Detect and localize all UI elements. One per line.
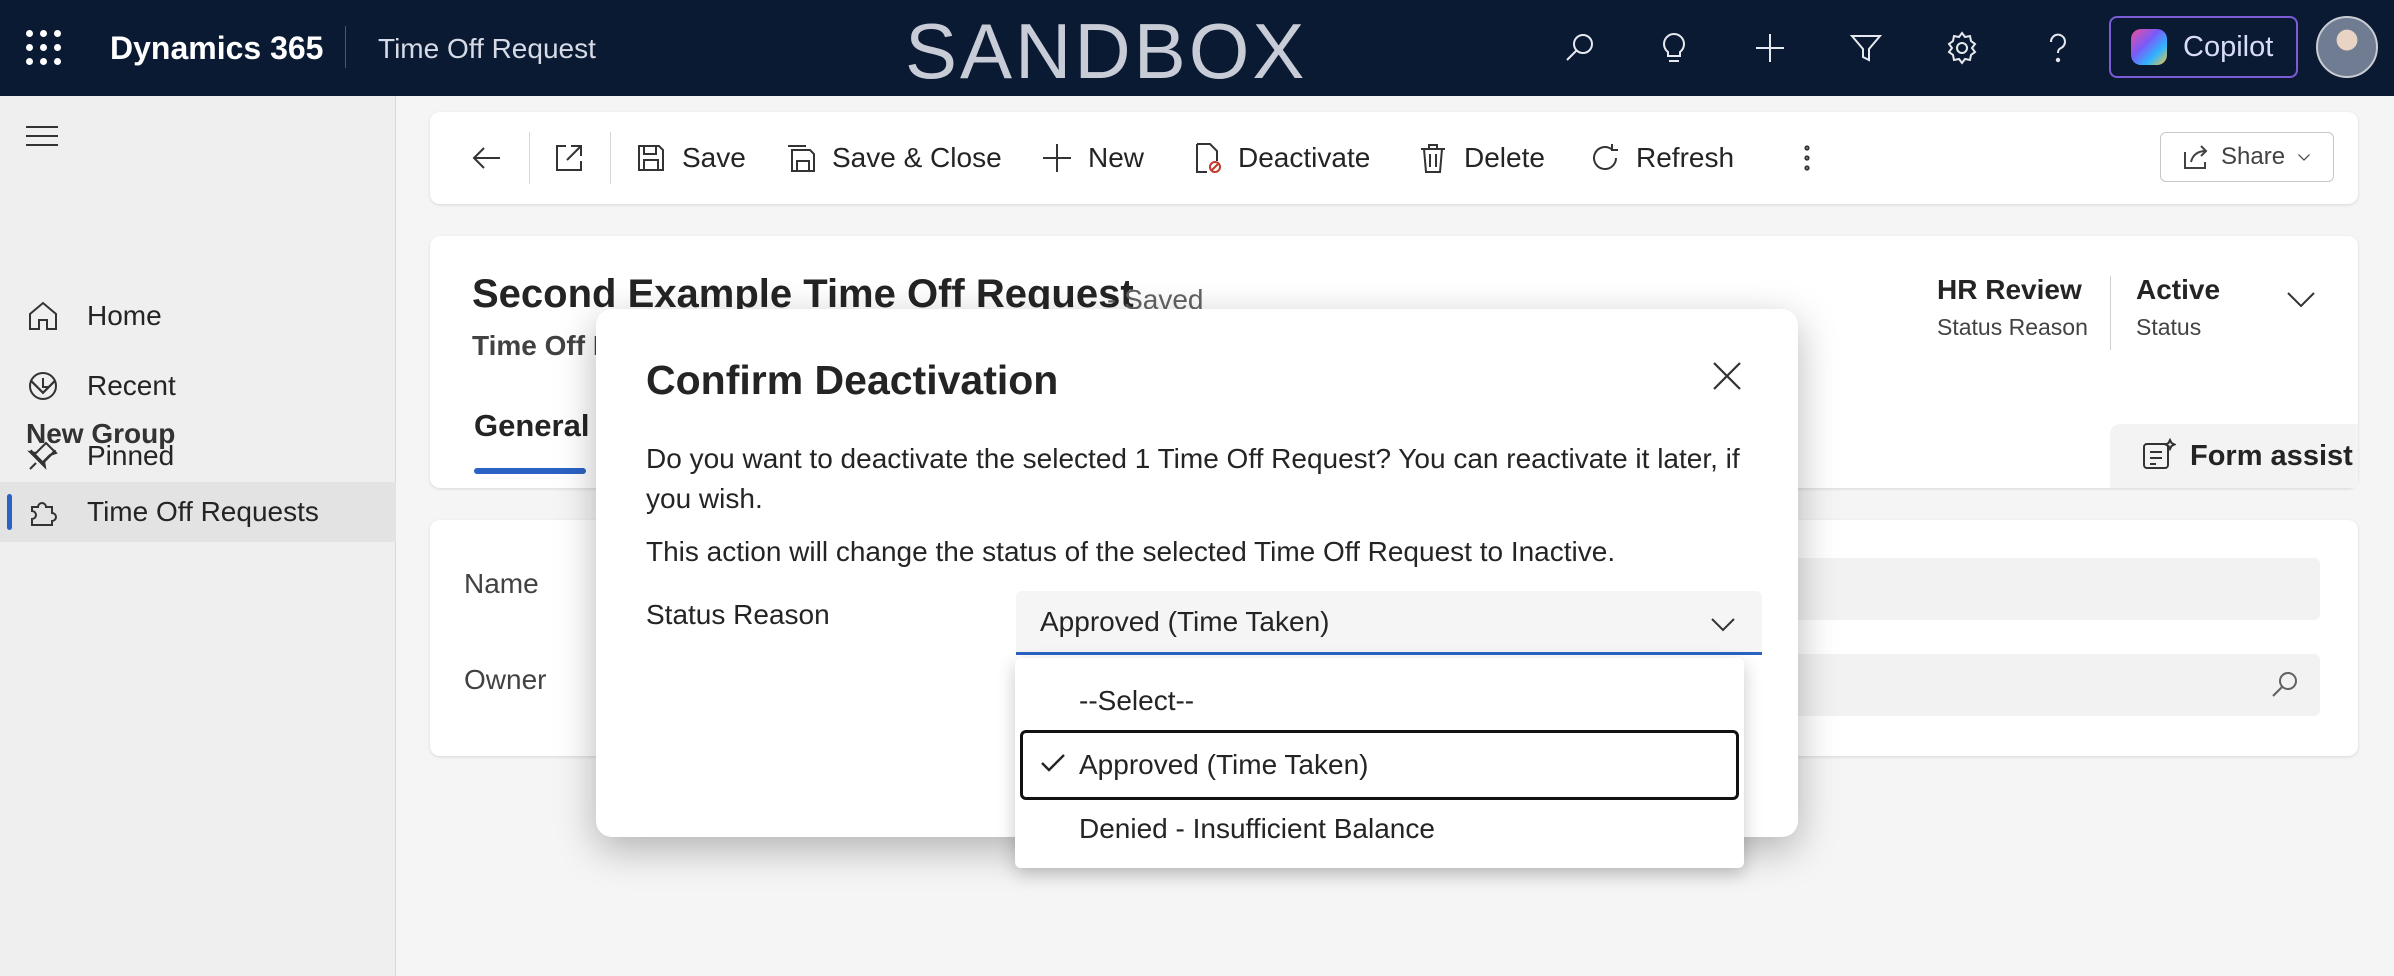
sidebar-item-label: Recent: [87, 370, 176, 401]
plus-icon: [1043, 144, 1071, 172]
form-assist-label: Form assist: [2190, 439, 2353, 472]
back-button[interactable]: [470, 112, 504, 204]
form-assist-button[interactable]: Form assist: [2110, 424, 2358, 488]
help-icon[interactable]: [2036, 26, 2080, 70]
save-close-icon: [788, 145, 815, 172]
status-reason-selected-value: Approved (Time Taken): [1040, 605, 1330, 637]
copilot-button[interactable]: Copilot: [2109, 16, 2298, 78]
tab-active-indicator: [474, 468, 586, 474]
sidebar-item-label: Home: [87, 300, 162, 331]
name-field[interactable]: [1760, 558, 2320, 620]
search-icon[interactable]: [1558, 26, 1602, 70]
puzzle-icon: [31, 502, 57, 526]
title-divider: [345, 26, 346, 68]
sidebar-group-label: New Group: [26, 418, 176, 449]
record-entity-name: Time Off R: [472, 330, 614, 361]
header-status: Active Status: [2136, 274, 2220, 341]
sidebar: Home Recent Pinned New Group Time Off Re…: [0, 96, 396, 976]
open-new-window-icon: [556, 145, 582, 171]
trash-icon: [1421, 144, 1445, 173]
status-reason-field-label: Status Reason: [646, 599, 830, 630]
avatar[interactable]: [2316, 16, 2378, 78]
share-icon: [2184, 145, 2208, 169]
search-icon[interactable]: [2268, 668, 2302, 702]
close-icon[interactable]: [1706, 355, 1748, 397]
hamburger-menu-icon[interactable]: [26, 126, 58, 148]
tab-general[interactable]: General: [474, 408, 589, 444]
more-vertical-icon: [1804, 145, 1810, 171]
dropdown-option-approved[interactable]: Approved (Time Taken): [1020, 730, 1739, 800]
gear-icon[interactable]: [1940, 26, 1984, 70]
save-and-close-button[interactable]: Save & Close: [784, 112, 1002, 204]
command-separator: [529, 132, 530, 184]
dialog-status-message: This action will change the status of th…: [646, 536, 1616, 567]
sidebar-item-recent[interactable]: Recent: [0, 356, 396, 416]
lightbulb-icon[interactable]: [1652, 26, 1696, 70]
header-separator: [2110, 276, 2111, 350]
arrow-left-icon: [472, 147, 500, 169]
chevron-down-icon: [1711, 618, 1735, 632]
owner-field-label: Owner: [464, 664, 547, 695]
option-label: Approved (Time Taken): [1079, 749, 1369, 780]
chevron-down-icon[interactable]: [2280, 278, 2322, 320]
home-icon: [29, 301, 57, 330]
filter-icon[interactable]: [1844, 26, 1888, 70]
checkmark-icon: [1041, 754, 1065, 772]
dialog-title: Confirm Deactivation: [646, 357, 1059, 403]
refresh-icon: [1593, 144, 1618, 170]
status-reason-select[interactable]: Approved (Time Taken): [1016, 591, 1762, 655]
sidebar-item-home[interactable]: Home: [0, 286, 396, 346]
share-label: Share: [2221, 143, 2286, 170]
new-button[interactable]: New: [1040, 112, 1144, 204]
refresh-label: Refresh: [1636, 142, 1735, 173]
plus-icon[interactable]: [1748, 26, 1792, 70]
status-reason-label: Status Reason: [1937, 314, 2088, 340]
new-label: New: [1088, 142, 1145, 173]
dialog-message: Do you want to deactivate the selected 1…: [646, 443, 1740, 514]
copilot-icon: [2131, 29, 2167, 65]
save-icon: [638, 145, 664, 171]
share-button[interactable]: Share: [2160, 132, 2334, 182]
app-launcher-icon[interactable]: [26, 30, 62, 66]
delete-button[interactable]: Delete: [1416, 112, 1545, 204]
chevron-down-icon: [2298, 154, 2310, 161]
status-reason-value: HR Review: [1937, 274, 2082, 305]
deactivate-button[interactable]: Deactivate: [1190, 112, 1370, 204]
sidebar-item-time-off-requests[interactable]: Time Off Requests: [0, 482, 396, 542]
brand-title[interactable]: Dynamics 365: [110, 30, 323, 67]
refresh-button[interactable]: Refresh: [1588, 112, 1734, 204]
status-label: Status: [2136, 314, 2202, 340]
status-reason-dropdown: --Select-- Approved (Time Taken) Denied …: [1015, 658, 1744, 868]
app-name[interactable]: Time Off Request: [378, 33, 596, 65]
delete-label: Delete: [1464, 142, 1545, 173]
name-field-label: Name: [464, 568, 539, 599]
save-button[interactable]: Save: [634, 112, 746, 204]
deactivate-document-icon: [1196, 143, 1221, 173]
deactivate-label: Deactivate: [1238, 142, 1371, 173]
save-and-close-label: Save & Close: [832, 142, 1002, 173]
status-value: Active: [2136, 274, 2221, 305]
copilot-label: Copilot: [2183, 30, 2274, 63]
dropdown-option-denied[interactable]: Denied - Insufficient Balance: [1015, 798, 1744, 860]
open-in-new-window-button[interactable]: [552, 112, 586, 204]
option-label: --Select--: [1079, 685, 1195, 716]
header-status-reason: HR Review Status Reason: [1937, 274, 2088, 341]
top-bar: Dynamics 365 Time Off Request SANDBOX Co…: [0, 0, 2394, 96]
environment-label: SANDBOX: [905, 7, 1308, 95]
sidebar-item-label: Time Off Requests: [87, 496, 319, 527]
owner-field[interactable]: [1760, 654, 2320, 716]
chevron-down-icon[interactable]: [26, 369, 60, 403]
dropdown-option-select[interactable]: --Select--: [1015, 670, 1744, 732]
save-label: Save: [682, 142, 746, 173]
option-label: Denied - Insufficient Balance: [1079, 813, 1435, 844]
command-bar: Save Save & Close New Deactivate Delete …: [430, 112, 2358, 204]
more-commands-button[interactable]: [1790, 112, 1824, 204]
command-separator: [610, 132, 611, 184]
form-assist-icon: [2143, 438, 2176, 469]
